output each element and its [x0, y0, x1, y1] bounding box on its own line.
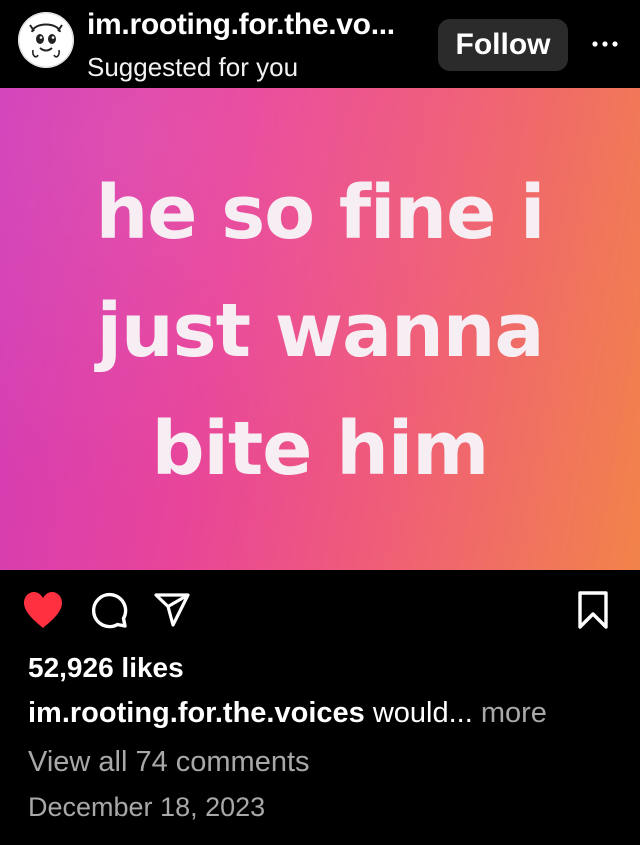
action-bar — [0, 570, 640, 650]
more-options-icon[interactable] — [590, 34, 620, 54]
post-date: December 18, 2023 — [28, 792, 266, 822]
post-image-line: just wanna — [96, 288, 545, 374]
avatar-drawing-icon — [18, 12, 74, 68]
caption-text: would... — [364, 697, 473, 729]
likes-count[interactable]: 52,926 likes — [28, 652, 184, 684]
bookmark-icon[interactable] — [577, 591, 609, 629]
suggested-label: Suggested for you — [87, 52, 299, 82]
caption-more-link[interactable]: more — [473, 697, 547, 729]
caption-username[interactable]: im.rooting.for.the.voices — [28, 697, 365, 729]
post-username[interactable]: im.rooting.for.the.vo... — [87, 8, 395, 42]
heart-icon[interactable] — [22, 590, 64, 630]
post-image-line: bite him — [151, 406, 490, 492]
view-all-comments-link[interactable]: View all 74 comments — [28, 746, 310, 779]
post-header: im.rooting.for.the.vo... Suggested for y… — [0, 0, 640, 88]
post-image-line: he so fine i — [95, 170, 546, 256]
post-image[interactable]: he so fine i just wanna bite him — [0, 88, 640, 570]
caption: im.rooting.for.the.voices would... more — [28, 697, 547, 730]
comment-icon[interactable] — [90, 591, 128, 629]
share-icon[interactable] — [153, 592, 191, 628]
avatar[interactable] — [18, 12, 74, 68]
post-image-text: he so fine i just wanna bite him — [0, 154, 640, 508]
follow-button[interactable]: Follow — [438, 19, 568, 71]
